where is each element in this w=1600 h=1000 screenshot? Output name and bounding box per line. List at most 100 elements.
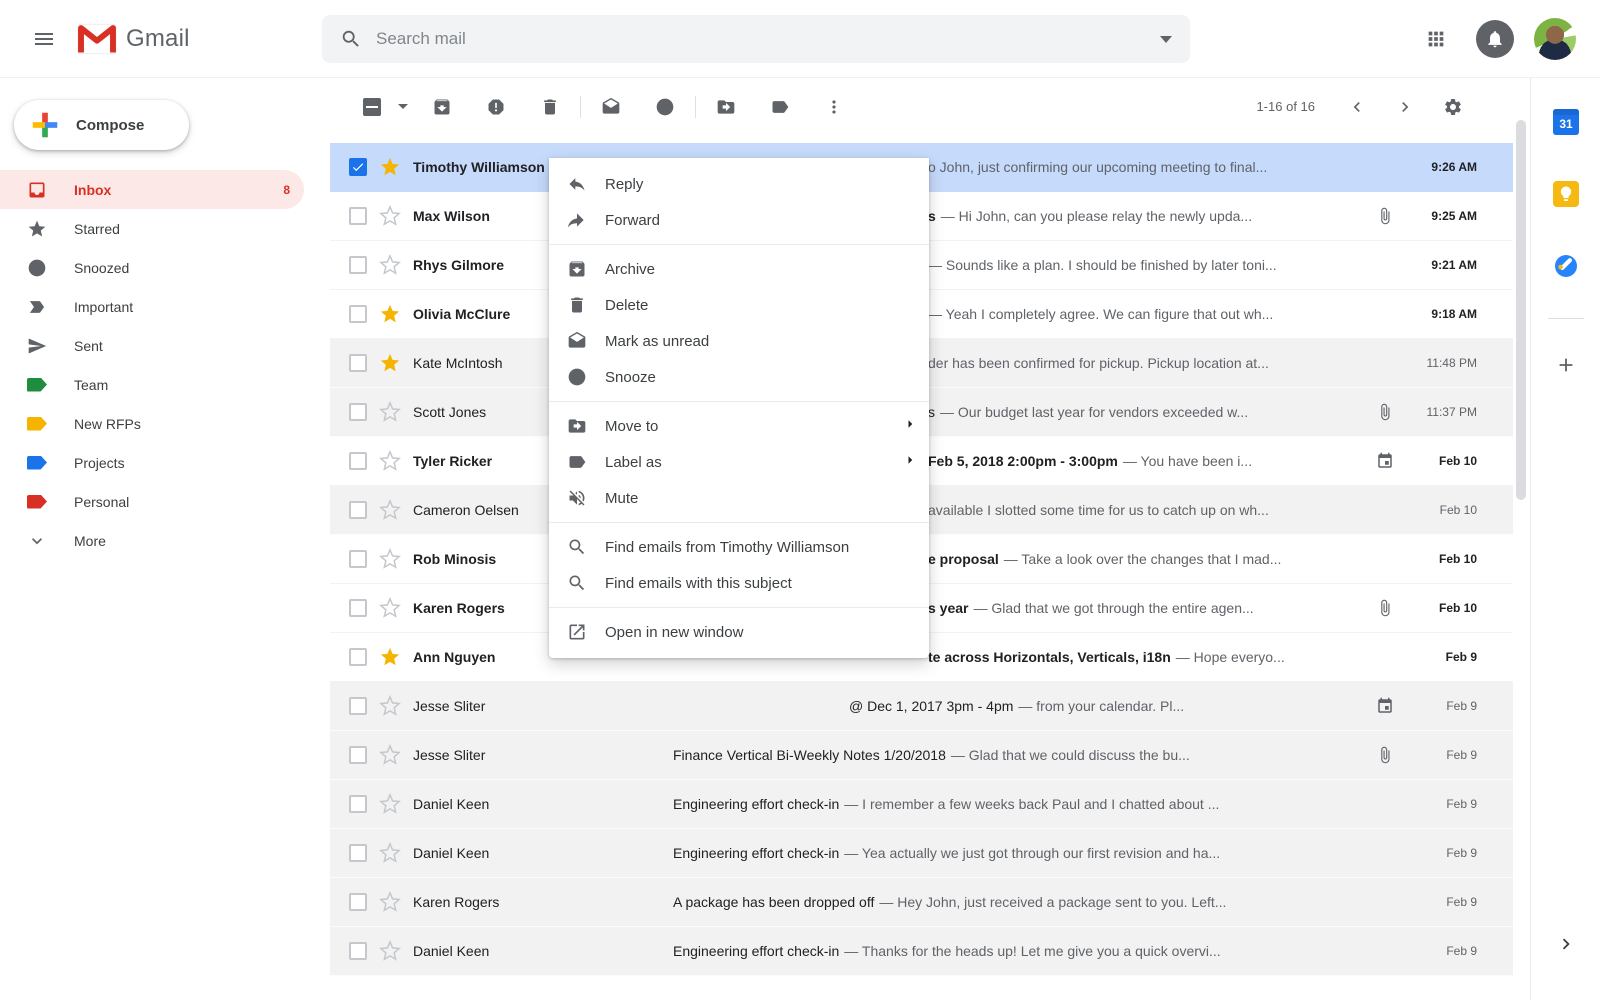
- sidebar-item-inbox[interactable]: Inbox 8: [0, 170, 304, 209]
- profile-avatar[interactable]: [1534, 18, 1576, 60]
- email-sender: Daniel Keen: [413, 845, 673, 861]
- email-checkbox[interactable]: [349, 501, 367, 519]
- rail-divider: [1548, 318, 1584, 319]
- star-toggle-icon[interactable]: [379, 842, 401, 864]
- email-checkbox[interactable]: [349, 256, 367, 274]
- archive-icon: [567, 259, 587, 279]
- star-toggle-icon[interactable]: [379, 646, 401, 668]
- select-all-checkbox[interactable]: [352, 87, 392, 127]
- email-checkbox[interactable]: [349, 942, 367, 960]
- sidebar-item-team[interactable]: Team: [0, 365, 304, 404]
- mark-read-button[interactable]: [591, 87, 631, 127]
- star-toggle-icon[interactable]: [379, 303, 401, 325]
- settings-gear-icon[interactable]: [1433, 87, 1473, 127]
- menu-item-find-emails-with-this-subject[interactable]: Find emails with this subject: [549, 565, 929, 601]
- sidebar-item-sent[interactable]: Sent: [0, 326, 304, 365]
- right-rail: 31: [1530, 78, 1600, 1000]
- star-toggle-icon[interactable]: [379, 695, 401, 717]
- menu-item-mark-as-unread[interactable]: Mark as unread: [549, 323, 929, 359]
- search-input[interactable]: [376, 29, 1160, 49]
- sidebar-item-more[interactable]: More: [0, 521, 304, 560]
- email-row[interactable]: Daniel Keen Engineering effort check-in …: [330, 829, 1513, 878]
- star-toggle-icon[interactable]: [379, 597, 401, 619]
- menu-item-reply[interactable]: Reply: [549, 166, 929, 202]
- menu-item-mute[interactable]: Mute: [549, 480, 929, 516]
- older-page-button[interactable]: [1385, 87, 1425, 127]
- menu-item-label-as[interactable]: Label as: [549, 444, 929, 480]
- attachment-icon: [1373, 599, 1397, 617]
- forward-icon: [567, 210, 587, 230]
- star-toggle-icon[interactable]: [379, 744, 401, 766]
- email-checkbox[interactable]: [349, 795, 367, 813]
- email-row[interactable]: Jesse Sliter Finance Vertical Bi-Weekly …: [330, 731, 1513, 780]
- menu-item-open-in-new-window[interactable]: Open in new window: [549, 614, 929, 650]
- star-toggle-icon[interactable]: [379, 156, 401, 178]
- sidebar-item-projects[interactable]: Projects: [0, 443, 304, 482]
- email-time: Feb 9: [1397, 895, 1477, 909]
- more-options-button[interactable]: [814, 87, 854, 127]
- delete-button[interactable]: [530, 87, 570, 127]
- rail-tasks-icon[interactable]: [1544, 244, 1588, 288]
- menu-item-move-to[interactable]: Move to: [549, 408, 929, 444]
- email-checkbox[interactable]: [349, 305, 367, 323]
- send-icon: [26, 335, 48, 357]
- email-checkbox[interactable]: [349, 697, 367, 715]
- star-toggle-icon[interactable]: [379, 254, 401, 276]
- sidebar-item-new-rfps[interactable]: New RFPs: [0, 404, 304, 443]
- email-checkbox[interactable]: [349, 746, 367, 764]
- star-toggle-icon[interactable]: [379, 205, 401, 227]
- search-icon: [567, 537, 587, 557]
- email-row[interactable]: Daniel Keen Engineering effort check-in …: [330, 780, 1513, 829]
- menu-item-forward[interactable]: Forward: [549, 202, 929, 238]
- email-row[interactable]: Daniel Keen Engineering effort check-in …: [330, 927, 1513, 976]
- email-checkbox[interactable]: [349, 354, 367, 372]
- email-time: Feb 9: [1397, 944, 1477, 958]
- report-spam-button[interactable]: [476, 87, 516, 127]
- star-toggle-icon[interactable]: [379, 891, 401, 913]
- label-button[interactable]: [760, 87, 800, 127]
- star-toggle-icon[interactable]: [379, 450, 401, 472]
- rail-calendar-icon[interactable]: 31: [1544, 100, 1588, 144]
- star-toggle-icon[interactable]: [379, 401, 401, 423]
- menu-item-delete[interactable]: Delete: [549, 287, 929, 323]
- sidebar-item-personal[interactable]: Personal: [0, 482, 304, 521]
- email-checkbox[interactable]: [349, 599, 367, 617]
- search-icon[interactable]: [340, 28, 362, 50]
- rail-keep-icon[interactable]: [1544, 172, 1588, 216]
- email-checkbox[interactable]: [349, 893, 367, 911]
- newer-page-button[interactable]: [1337, 87, 1377, 127]
- compose-button[interactable]: Compose: [14, 100, 189, 150]
- star-toggle-icon[interactable]: [379, 499, 401, 521]
- sidebar-item-starred[interactable]: Starred: [0, 209, 304, 248]
- email-checkbox[interactable]: [349, 403, 367, 421]
- email-checkbox[interactable]: [349, 550, 367, 568]
- email-checkbox[interactable]: [349, 844, 367, 862]
- sidebar-item-snoozed[interactable]: Snoozed: [0, 248, 304, 287]
- email-checkbox[interactable]: [349, 648, 367, 666]
- email-subject-snippet: Finance Vertical Bi-Weekly Notes 1/20/20…: [673, 747, 1373, 763]
- menu-item-archive[interactable]: Archive: [549, 251, 929, 287]
- star-toggle-icon[interactable]: [379, 352, 401, 374]
- menu-item-snooze[interactable]: Snooze: [549, 359, 929, 395]
- snooze-button[interactable]: [645, 87, 685, 127]
- archive-button[interactable]: [422, 87, 462, 127]
- select-caret-icon[interactable]: [398, 104, 408, 109]
- email-checkbox[interactable]: [349, 207, 367, 225]
- email-row[interactable]: Karen Rogers A package has been dropped …: [330, 878, 1513, 927]
- email-checkbox[interactable]: [349, 158, 367, 176]
- star-toggle-icon[interactable]: [379, 793, 401, 815]
- star-toggle-icon[interactable]: [379, 548, 401, 570]
- hamburger-menu-icon[interactable]: [20, 15, 68, 63]
- list-scrollbar[interactable]: [1516, 120, 1526, 500]
- menu-item-find-emails-from-timothy-williamson[interactable]: Find emails from Timothy Williamson: [549, 529, 929, 565]
- rail-add-icon[interactable]: [1544, 343, 1588, 387]
- email-checkbox[interactable]: [349, 452, 367, 470]
- search-options-caret-icon[interactable]: [1160, 36, 1172, 43]
- email-row[interactable]: Jesse Sliter @ Dec 1, 2017 3pm - 4pm — f…: [330, 682, 1513, 731]
- collapse-rail-chevron-icon[interactable]: [1546, 924, 1586, 964]
- star-toggle-icon[interactable]: [379, 940, 401, 962]
- move-to-button[interactable]: [706, 87, 746, 127]
- notification-bell-icon[interactable]: [1476, 20, 1514, 58]
- apps-grid-icon[interactable]: [1416, 19, 1456, 59]
- sidebar-item-important[interactable]: Important: [0, 287, 304, 326]
